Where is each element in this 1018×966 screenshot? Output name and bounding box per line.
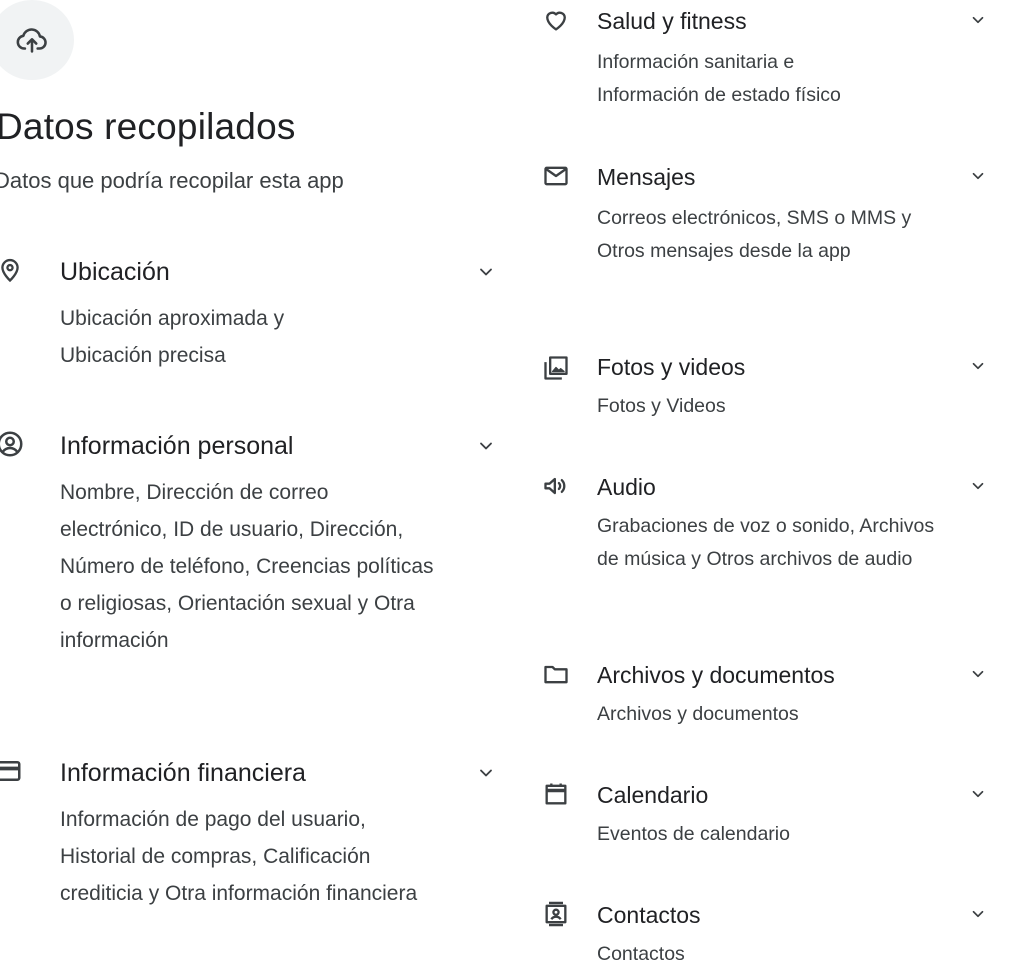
category-title: Fotos y videos bbox=[597, 354, 746, 380]
category-description: Nombre, Dirección de correo electrónico,… bbox=[60, 481, 434, 652]
calendar-icon bbox=[540, 778, 572, 810]
speaker-icon bbox=[540, 470, 572, 502]
category-description: Información sanitaria e Información de e… bbox=[597, 51, 841, 106]
category-title: Información personal bbox=[60, 432, 294, 460]
section-subtitle: Datos que podría recopilar esta app bbox=[0, 168, 344, 193]
category-ubicacion[interactable]: Ubicación Ubicación aproximada y Ubicaci… bbox=[0, 254, 500, 379]
chevron-down-icon[interactable] bbox=[966, 662, 990, 686]
chevron-down-icon[interactable] bbox=[966, 164, 990, 188]
data-safety-screen: Datos recopilados Datos que podría recop… bbox=[0, 0, 1018, 966]
account-circle-icon bbox=[0, 428, 26, 460]
folder-icon bbox=[540, 658, 572, 690]
chevron-down-icon[interactable] bbox=[474, 761, 498, 785]
category-title: Calendario bbox=[597, 782, 709, 808]
contacts-icon bbox=[540, 898, 572, 930]
heart-icon bbox=[540, 4, 572, 36]
category-description: Contactos bbox=[597, 943, 685, 965]
category-title: Ubicación bbox=[60, 258, 170, 286]
category-title: Salud y fitness bbox=[597, 8, 747, 34]
section-title: Datos recopilados bbox=[0, 106, 296, 147]
chevron-down-icon[interactable] bbox=[966, 8, 990, 32]
category-informacion-personal[interactable]: Información personal Nombre, Dirección d… bbox=[0, 428, 500, 698]
category-description: Correos electrónicos, SMS o MMS y Otros … bbox=[597, 207, 912, 262]
category-contactos[interactable]: Contactos Contactos bbox=[540, 898, 1000, 966]
chevron-down-icon[interactable] bbox=[966, 354, 990, 378]
mail-icon bbox=[540, 160, 572, 192]
category-description: Archivos y documentos bbox=[597, 703, 799, 725]
category-fotos-y-videos[interactable]: Fotos y videos Fotos y Videos bbox=[540, 350, 1000, 430]
category-description: Eventos de calendario bbox=[597, 823, 790, 845]
category-title: Mensajes bbox=[597, 164, 696, 190]
category-audio[interactable]: Audio Grabaciones de voz o sonido, Archi… bbox=[540, 470, 1000, 610]
chevron-down-icon[interactable] bbox=[474, 434, 498, 458]
category-title: Archivos y documentos bbox=[597, 662, 835, 688]
category-title: Audio bbox=[597, 474, 656, 500]
cloud-upload-badge bbox=[0, 0, 74, 80]
chevron-down-icon[interactable] bbox=[474, 260, 498, 284]
cloud-upload-icon bbox=[15, 23, 49, 57]
location-pin-icon bbox=[0, 254, 26, 286]
category-archivos-y-documentos[interactable]: Archivos y documentos Archivos y documen… bbox=[540, 658, 1000, 738]
category-mensajes[interactable]: Mensajes Correos electrónicos, SMS o MMS… bbox=[540, 160, 1000, 305]
category-title: Contactos bbox=[597, 902, 701, 928]
category-title: Información financiera bbox=[60, 759, 306, 787]
photo-library-icon bbox=[540, 352, 572, 384]
category-informacion-financiera[interactable]: Información financiera Información de pa… bbox=[0, 755, 500, 955]
chevron-down-icon[interactable] bbox=[966, 902, 990, 926]
category-description: Ubicación aproximada y Ubicación precisa bbox=[60, 307, 285, 367]
category-description: Información de pago del usuario, Histori… bbox=[60, 808, 418, 905]
chevron-down-icon[interactable] bbox=[966, 782, 990, 806]
chevron-down-icon[interactable] bbox=[966, 474, 990, 498]
category-calendario[interactable]: Calendario Eventos de calendario bbox=[540, 778, 1000, 858]
category-description: Grabaciones de voz o sonido, Archivos de… bbox=[597, 515, 935, 570]
credit-card-icon bbox=[0, 755, 24, 787]
category-salud-y-fitness[interactable]: Salud y fitness Información sanitaria e … bbox=[540, 4, 1000, 114]
category-description: Fotos y Videos bbox=[597, 395, 726, 417]
